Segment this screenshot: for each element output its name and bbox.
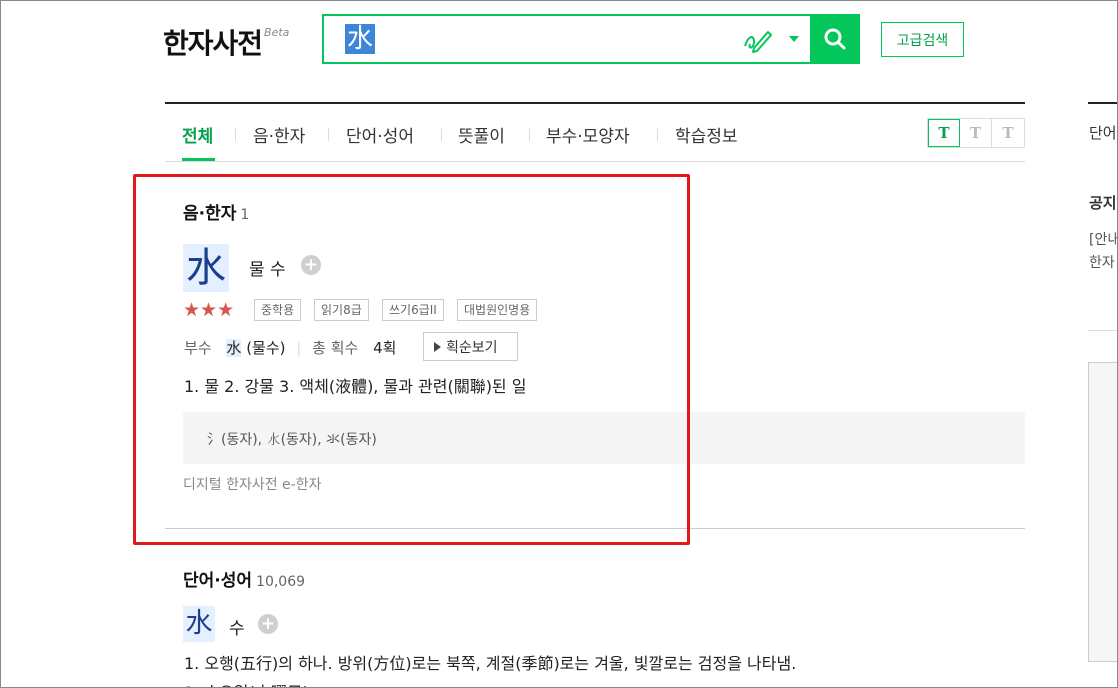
notice-line[interactable]: [안내 bbox=[1089, 229, 1118, 249]
site-logo[interactable]: 한자사전 Beta bbox=[163, 22, 289, 62]
word-character-link[interactable]: 水 bbox=[183, 606, 215, 642]
logo-text: 한자사전 bbox=[163, 27, 263, 60]
word-meaning-next-line: 2. 수요일(水曜日) bbox=[184, 679, 309, 688]
plus-icon[interactable]: + bbox=[258, 614, 278, 634]
result-count: 10,069 bbox=[256, 574, 306, 590]
search-input[interactable]: 水 bbox=[345, 24, 376, 54]
search-button[interactable] bbox=[810, 14, 860, 64]
right-header-divider bbox=[1088, 102, 1118, 104]
search-box: 水 bbox=[322, 14, 860, 64]
section-title-text: 단어·성어 bbox=[183, 571, 253, 591]
highlight-box bbox=[133, 174, 690, 545]
advanced-search-button[interactable]: 고급검색 bbox=[881, 22, 964, 57]
tab-separator bbox=[657, 128, 658, 141]
word-reading: 수 bbox=[229, 619, 245, 639]
right-divider bbox=[1088, 330, 1118, 331]
right-tab-words[interactable]: 단어 bbox=[1089, 122, 1117, 143]
tab-bar: 전체 음·한자 단어·성어 뜻풀이 부수·모양자 학습정보 T T T bbox=[165, 104, 1025, 162]
beta-badge: Beta bbox=[264, 26, 290, 39]
font-size-small-button[interactable]: T bbox=[992, 119, 1024, 147]
chevron-down-icon[interactable] bbox=[789, 36, 799, 42]
tab-separator bbox=[441, 128, 442, 141]
tab-all[interactable]: 전체 bbox=[182, 122, 213, 147]
tab-radical-shape[interactable]: 부수·모양자 bbox=[546, 122, 630, 147]
tab-separator bbox=[235, 128, 236, 141]
tab-study-info[interactable]: 학습정보 bbox=[675, 122, 738, 147]
tab-sound-hanja[interactable]: 음·한자 bbox=[253, 122, 305, 147]
handwriting-pen-icon[interactable] bbox=[742, 26, 774, 54]
font-size-large-button[interactable]: T bbox=[928, 119, 960, 147]
font-size-selector: T T T bbox=[927, 118, 1025, 148]
tab-separator bbox=[328, 128, 329, 141]
tab-words-idioms[interactable]: 단어·성어 bbox=[346, 122, 414, 147]
tab-meaning[interactable]: 뜻풀이 bbox=[458, 122, 505, 147]
section-title-words: 단어·성어 10,069 bbox=[183, 566, 305, 591]
notice-line[interactable]: 한자 bbox=[1089, 252, 1115, 272]
notice-title: 공지 bbox=[1089, 194, 1117, 212]
font-size-medium-button[interactable]: T bbox=[960, 119, 992, 147]
search-icon bbox=[824, 28, 846, 50]
active-tab-indicator bbox=[182, 158, 215, 161]
right-widget-panel bbox=[1088, 362, 1118, 662]
word-meaning: 1. 오행(五行)의 하나. 방위(方位)로는 북쪽, 계절(季節)로는 겨울,… bbox=[184, 654, 797, 673]
tab-separator bbox=[529, 128, 530, 141]
